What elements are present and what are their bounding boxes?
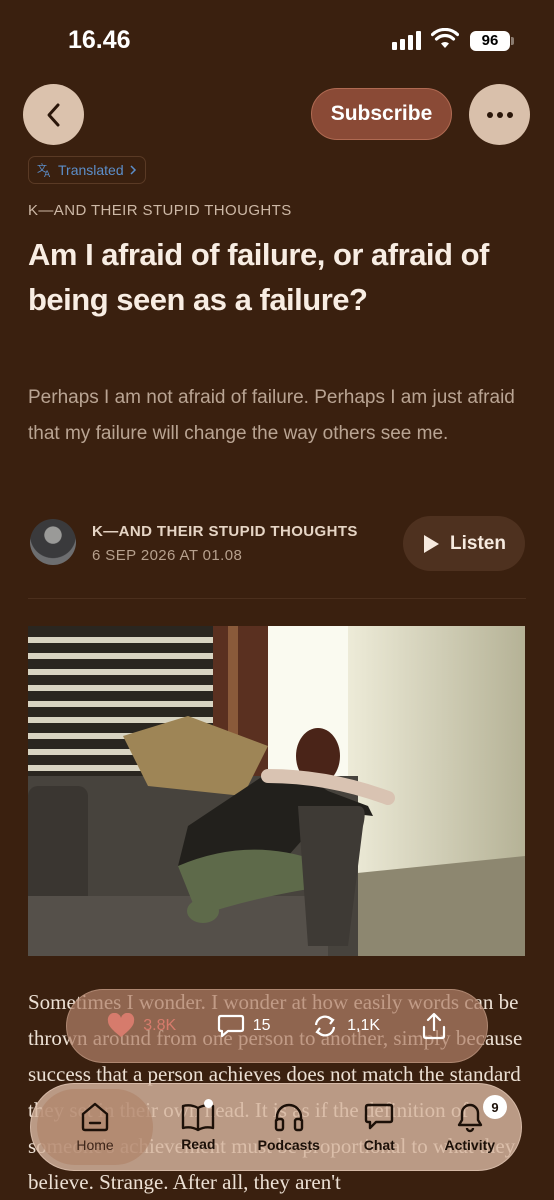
- post-title: Am I afraid of failure, or afraid of bei…: [28, 237, 489, 317]
- ellipsis-icon: [486, 111, 513, 118]
- translate-icon: 文 A: [37, 162, 51, 178]
- restack-button[interactable]: 1,1K: [311, 1013, 380, 1039]
- comment-button[interactable]: 15: [217, 1013, 271, 1039]
- tab-home[interactable]: Home: [37, 1089, 154, 1165]
- tab-chat-label: Chat: [363, 1137, 395, 1153]
- hero-image[interactable]: [28, 626, 525, 956]
- tab-activity[interactable]: Activity 9: [425, 1089, 515, 1165]
- comment-count: 15: [252, 1017, 271, 1034]
- tab-home-label: Home: [76, 1137, 114, 1153]
- like-count: 3.8K: [143, 1017, 177, 1034]
- status-bar: 16.46 96: [0, 0, 554, 80]
- chat-icon: [365, 1103, 394, 1130]
- back-button[interactable]: [23, 84, 84, 145]
- chevron-right-icon: [130, 165, 136, 175]
- tab-podcasts-label: Podcasts: [257, 1137, 320, 1153]
- tab-chat[interactable]: Chat: [334, 1089, 424, 1165]
- bottom-tab-bar: Home Read Podcasts Chat Activity 9: [30, 1083, 522, 1171]
- heart-icon: [108, 1013, 135, 1037]
- battery-tip: [511, 37, 514, 45]
- post-subtitle: Perhaps I am not afraid of failure. Perh…: [28, 387, 515, 444]
- translated-label: Translated: [58, 162, 124, 178]
- publication-name[interactable]: K—AND THEIR STUPID THOUGHTS: [28, 202, 292, 219]
- comment-icon: [217, 1014, 244, 1038]
- restack-count: 1,1K: [347, 1017, 381, 1034]
- like-button[interactable]: 3.8K: [107, 1013, 176, 1039]
- share-icon: [422, 1012, 445, 1040]
- status-time: 16.46: [68, 26, 131, 54]
- post-date: 6 SEP 2026 AT 01.08: [92, 547, 243, 564]
- avatar[interactable]: [30, 519, 76, 565]
- svg-text:A: A: [44, 170, 51, 178]
- post-action-bar: 3.8K 15 1,1K: [66, 989, 488, 1063]
- listen-button[interactable]: Listen: [403, 516, 525, 571]
- listen-label: Listen: [450, 532, 506, 554]
- more-options-button[interactable]: [469, 84, 530, 145]
- tab-activity-label: Activity: [444, 1137, 496, 1153]
- tab-read-label: Read: [181, 1136, 216, 1152]
- tab-podcasts[interactable]: Podcasts: [244, 1089, 334, 1165]
- scroll-indicator: [204, 1099, 213, 1108]
- restack-icon: [315, 1015, 336, 1037]
- signal-icon: [392, 30, 421, 50]
- tab-read[interactable]: Read: [153, 1089, 243, 1165]
- battery-icon: 96: [470, 31, 510, 51]
- author-row: K—AND THEIR STUPID THOUGHTS 6 SEP 2026 A…: [28, 514, 528, 574]
- play-icon: [424, 534, 440, 553]
- bell-icon: [457, 1103, 482, 1133]
- subscribe-button[interactable]: Subscribe: [311, 88, 452, 140]
- home-icon: [81, 1102, 109, 1132]
- share-button[interactable]: [421, 1012, 447, 1040]
- divider: [28, 598, 526, 599]
- headphones-icon: [274, 1103, 303, 1132]
- activity-badge: 9: [483, 1095, 507, 1119]
- wifi-icon: [431, 28, 459, 48]
- chevron-left-icon: [47, 103, 59, 126]
- translated-chip[interactable]: 文 A Translated: [28, 156, 146, 184]
- author-name[interactable]: K—AND THEIR STUPID THOUGHTS: [92, 523, 358, 540]
- hero-photo-illustration: [28, 626, 525, 956]
